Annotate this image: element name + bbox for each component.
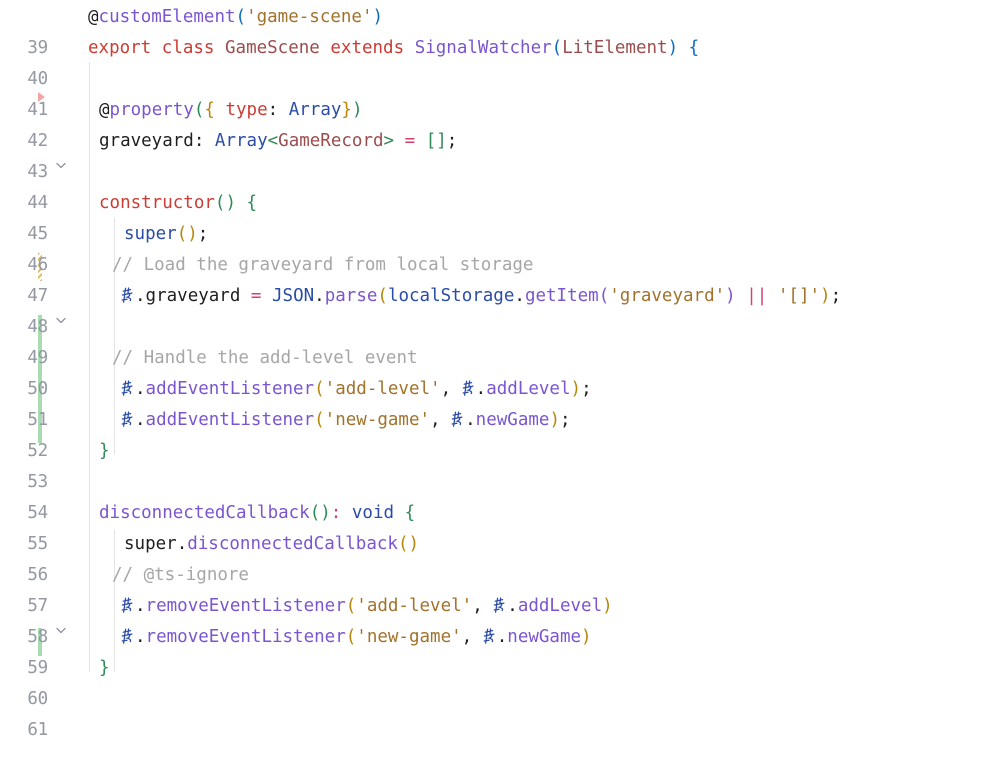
token-addLevel: addLevel xyxy=(486,379,571,399)
token-customElement: customElement xyxy=(98,7,236,27)
token-new-game-string: 'new-game' xyxy=(356,627,462,647)
code-line[interactable]: 60 } xyxy=(0,653,1000,709)
token-type: type xyxy=(225,100,268,120)
token-graveyard: graveyard xyxy=(99,131,194,151)
token-property: property xyxy=(109,100,194,120)
line-content: @customElement('game-scene') xyxy=(88,7,384,27)
code-line[interactable]: 48 .graveyard = JSON.parse(localStorage.… xyxy=(0,281,1000,337)
token-at: @ xyxy=(99,100,110,120)
code-line[interactable]: 54 xyxy=(0,467,1000,523)
token-parse: parse xyxy=(324,286,378,306)
token-super: super xyxy=(124,534,177,554)
code-line[interactable]: 42 @property({ type: Array}) xyxy=(0,95,1000,151)
token-or-operator: || xyxy=(746,286,768,306)
code-line[interactable]: 58 .removeEventListener('add-level', .ad… xyxy=(0,591,1000,647)
code-line[interactable]: 47 // Load the graveyard from local stor… xyxy=(0,250,1000,306)
token-removeEventListener: removeEventListener xyxy=(145,596,346,616)
token-SignalWatcher: SignalWatcher xyxy=(414,38,552,58)
token-disconnectedCallback: disconnectedCallback xyxy=(99,503,310,523)
token-empty-array-string: '[]' xyxy=(777,286,821,306)
code-line[interactable]: 57 // @ts-ignore xyxy=(0,560,1000,616)
this-ligature-icon xyxy=(483,628,497,645)
token-constructor: constructor xyxy=(99,193,215,213)
line-content: .removeEventListener('new-game', .newGam… xyxy=(121,622,592,653)
this-ligature-icon xyxy=(121,380,135,397)
this-ligature-icon xyxy=(121,628,135,645)
token-removeEventListener: removeEventListener xyxy=(145,627,346,647)
token-at: @ xyxy=(88,7,99,27)
code-line[interactable]: 43 graveyard: Array<GameRecord> = []; xyxy=(0,126,1000,182)
token-Array: Array xyxy=(214,131,268,151)
token-newGame: newGame xyxy=(475,410,550,430)
this-ligature-icon xyxy=(121,597,135,614)
token-GameScene: GameScene xyxy=(225,38,320,58)
line-content: @property({ type: Array}) xyxy=(99,100,363,120)
token-JSON: JSON xyxy=(272,286,315,306)
token-game-scene-string: 'game-scene' xyxy=(246,7,373,27)
this-ligature-icon xyxy=(462,380,476,397)
code-line[interactable]: 53 } xyxy=(0,436,1000,492)
line-content: // @ts-ignore xyxy=(112,565,249,585)
token-LitElement: LitElement xyxy=(562,38,668,58)
this-ligature-icon xyxy=(121,411,135,428)
token-Array: Array xyxy=(288,100,342,120)
code-line[interactable]: 45 constructor() { xyxy=(0,188,1000,323)
line-content: } xyxy=(99,658,110,678)
code-line[interactable]: 52 .addEventListener('new-game', .newGam… xyxy=(0,405,1000,461)
token-localStorage: localStorage xyxy=(387,286,515,306)
token-super: super xyxy=(124,224,177,244)
line-content: super(); xyxy=(124,224,209,244)
code-line[interactable]: 49 xyxy=(0,312,1000,368)
line-content: disconnectedCallback(): void { xyxy=(99,503,416,523)
token-addEventListener: addEventListener xyxy=(145,379,315,399)
line-content: .addEventListener('add-level', .addLevel… xyxy=(121,374,592,405)
token-newGame: newGame xyxy=(507,627,582,647)
this-ligature-icon xyxy=(493,597,507,614)
line-content: graveyard: Array<GameRecord> = []; xyxy=(99,131,458,151)
line-content: // Load the graveyard from local storage xyxy=(112,255,534,275)
token-class: class xyxy=(161,38,215,58)
code-line[interactable]: 55 disconnectedCallback(): void { xyxy=(0,498,1000,633)
line-content: } xyxy=(99,441,110,461)
token-graveyard-string: 'graveyard' xyxy=(609,286,726,306)
code-line[interactable]: 59 .removeEventListener('new-game', .new… xyxy=(0,622,1000,678)
token-add-level-string: 'add-level' xyxy=(356,596,473,616)
code-line[interactable]: 40 export class GameScene extends Signal… xyxy=(0,33,1000,168)
token-disconnectedCallback: disconnectedCallback xyxy=(187,534,398,554)
code-line[interactable]: 50 // Handle the add-level event xyxy=(0,343,1000,399)
line-number: 61 xyxy=(27,720,48,741)
line-content: .removeEventListener('add-level', .addLe… xyxy=(121,591,613,622)
line-content: .addEventListener('new-game', .newGame); xyxy=(121,405,571,436)
code-line[interactable]: 46 super(); xyxy=(0,219,1000,275)
token-new-game-string: 'new-game' xyxy=(324,410,431,430)
line-content: constructor() { xyxy=(99,193,258,213)
code-line[interactable]: 51 .addEventListener('add-level', .addLe… xyxy=(0,374,1000,430)
code-line[interactable]: 56 super.disconnectedCallback() xyxy=(0,529,1000,585)
this-ligature-icon xyxy=(121,287,135,304)
line-content: export class GameScene extends SignalWat… xyxy=(88,38,700,58)
token-addEventListener: addEventListener xyxy=(145,410,315,430)
token-graveyard: graveyard xyxy=(145,286,241,306)
code-line[interactable]: 41 xyxy=(0,64,1000,120)
code-line[interactable]: 39 @customElement('game-scene') xyxy=(0,2,1000,58)
token-extends: extends xyxy=(330,38,405,58)
token-addLevel: addLevel xyxy=(517,596,603,616)
this-ligature-icon xyxy=(451,411,465,428)
token-add-level-string: 'add-level' xyxy=(324,379,441,399)
line-content: super.disconnectedCallback() xyxy=(124,534,420,554)
code-line[interactable]: 44 xyxy=(0,157,1000,213)
token-GameRecord: GameRecord xyxy=(278,131,384,151)
token-void: void xyxy=(351,503,395,523)
line-content: // Handle the add-level event xyxy=(112,348,418,368)
line-content: .graveyard = JSON.parse(localStorage.get… xyxy=(121,281,841,312)
token-getItem: getItem xyxy=(524,286,599,306)
token-export: export xyxy=(88,38,152,58)
code-editor[interactable]: 39 @customElement('game-scene') 40 expor… xyxy=(0,0,1000,740)
